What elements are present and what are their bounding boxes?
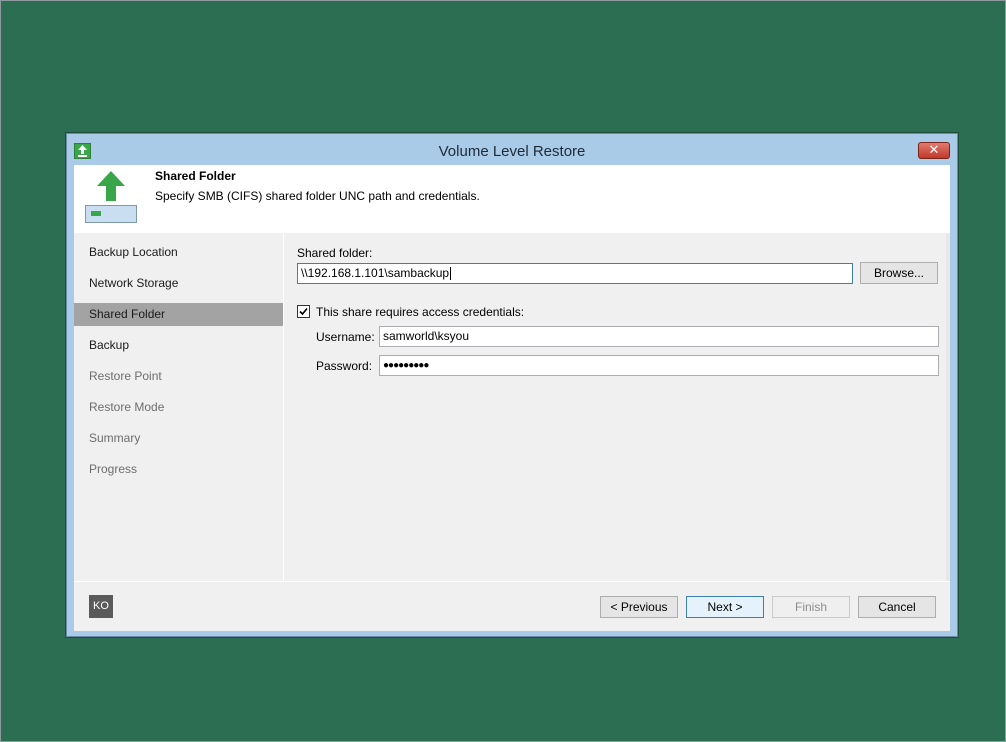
cancel-button[interactable]: Cancel	[858, 596, 936, 618]
restore-wizard-window: Volume Level Restore ✕ Shared Folder Spe…	[66, 133, 958, 637]
desktop: Volume Level Restore ✕ Shared Folder Spe…	[0, 0, 1006, 742]
close-button[interactable]: ✕	[918, 142, 950, 159]
step-content: Shared folder: \\192.168.1.101\sambackup…	[284, 233, 950, 581]
previous-button[interactable]: < Previous	[600, 596, 678, 618]
shared-folder-value: \\192.168.1.101\sambackup	[301, 266, 450, 280]
step-description: Specify SMB (CIFS) shared folder UNC pat…	[155, 189, 480, 203]
text-caret	[450, 267, 452, 281]
browse-button[interactable]: Browse...	[860, 262, 938, 284]
content-scroll-strip	[946, 233, 950, 581]
credentials-checkbox-label[interactable]: This share requires access credentials:	[316, 305, 524, 319]
nav-item-restore-point: Restore Point	[89, 369, 162, 383]
step-header: Shared Folder Specify SMB (CIFS) shared …	[74, 165, 950, 233]
nav-item-network-storage[interactable]: Network Storage	[74, 272, 283, 295]
password-value: ●●●●●●●●●	[383, 360, 429, 371]
password-input[interactable]: ●●●●●●●●●	[379, 355, 939, 376]
username-label: Username:	[316, 330, 375, 344]
username-input[interactable]: samworld\ksyou	[379, 326, 939, 347]
wizard-client-area: Shared Folder Specify SMB (CIFS) shared …	[74, 165, 950, 631]
nav-item-restore-mode: Restore Mode	[89, 400, 165, 414]
username-value: samworld\ksyou	[383, 329, 470, 343]
nav-item-backup[interactable]: Backup	[74, 334, 283, 357]
window-title: Volume Level Restore	[438, 143, 586, 160]
nav-item-backup-location[interactable]: Backup Location	[74, 241, 283, 264]
checkmark-icon	[299, 307, 308, 316]
credentials-checkbox[interactable]	[297, 305, 310, 318]
nav-item-summary: Summary	[89, 431, 141, 445]
close-icon: ✕	[928, 142, 940, 157]
shared-folder-label: Shared folder:	[297, 246, 373, 260]
wizard-steps-nav: Backup Location Network Storage Shared F…	[74, 233, 284, 581]
password-label: Password:	[316, 359, 373, 373]
title-bar[interactable]: Volume Level Restore ✕	[67, 134, 957, 166]
next-button[interactable]: Next >	[686, 596, 764, 618]
language-badge: KO	[89, 595, 113, 618]
wizard-footer: KO < Previous Next > Finish Cancel	[74, 581, 950, 631]
upload-arrow-drive-icon	[85, 171, 137, 225]
nav-item-progress: Progress	[89, 462, 138, 476]
nav-item-shared-folder[interactable]: Shared Folder	[74, 303, 283, 326]
shared-folder-input[interactable]: \\192.168.1.101\sambackup	[297, 263, 853, 284]
step-title: Shared Folder	[155, 169, 236, 183]
finish-button: Finish	[772, 596, 850, 618]
